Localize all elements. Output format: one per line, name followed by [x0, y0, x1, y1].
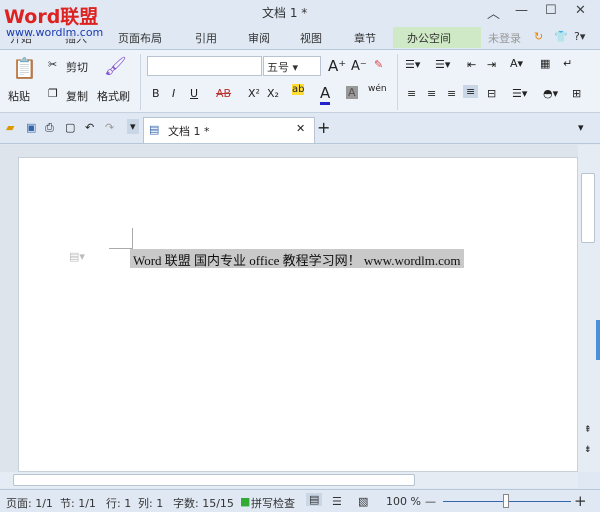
- italic-button[interactable]: I: [172, 87, 175, 100]
- tab-references[interactable]: 引用: [195, 30, 217, 46]
- shading-icon[interactable]: ◓▾: [543, 87, 558, 100]
- spell-check-button[interactable]: 拼写检查: [251, 495, 295, 511]
- vertical-scroll-thumb[interactable]: [581, 173, 595, 243]
- word-count[interactable]: 字数: 15/15: [173, 495, 234, 511]
- side-panel-handle[interactable]: [596, 320, 600, 360]
- border-icon[interactable]: ⊞: [572, 87, 581, 100]
- document-page[interactable]: ▤▾: [18, 157, 578, 472]
- numbering-icon[interactable]: ☰▾: [435, 58, 450, 71]
- login-link[interactable]: 未登录: [488, 30, 521, 46]
- font-color-button[interactable]: A: [320, 84, 331, 105]
- copy-button[interactable]: 复制: [66, 88, 88, 104]
- page-view-icon[interactable]: ▤: [306, 493, 323, 506]
- text-effect-icon[interactable]: A▾: [510, 57, 523, 70]
- print-preview-icon[interactable]: ▢: [65, 121, 75, 134]
- scissors-icon: ✂: [48, 58, 58, 71]
- help-icon[interactable]: ?▾: [574, 30, 585, 43]
- grow-font-icon[interactable]: A⁺: [328, 57, 346, 75]
- align-left-icon[interactable]: ≡: [407, 87, 416, 100]
- prev-page-icon[interactable]: ⇞: [584, 425, 592, 435]
- row-indicator: 行: 1: [106, 497, 132, 510]
- font-name-select[interactable]: [147, 56, 262, 76]
- section-indicator: 节: 1/1: [60, 497, 96, 510]
- tab-menu-icon[interactable]: ▾: [578, 121, 584, 134]
- maximize-button[interactable]: ☐: [545, 3, 557, 18]
- font-size-value: 五号: [267, 61, 289, 74]
- align-right-icon[interactable]: ≡: [447, 87, 456, 100]
- shrink-font-icon[interactable]: A⁻: [351, 59, 367, 74]
- close-button[interactable]: ✕: [575, 3, 586, 18]
- paragraph-icon[interactable]: ▤▾: [69, 250, 85, 263]
- zoom-slider-thumb[interactable]: [503, 494, 509, 508]
- superscript-button[interactable]: X²: [248, 87, 260, 100]
- web-view-icon[interactable]: ▧: [358, 495, 368, 508]
- collapse-ribbon-button[interactable]: ︿: [487, 3, 500, 22]
- tab-review[interactable]: 审阅: [248, 30, 270, 46]
- brush-icon: 🖌: [104, 56, 127, 77]
- paste-button[interactable]: 粘贴: [8, 88, 30, 104]
- zoom-out-button[interactable]: —: [425, 495, 436, 508]
- column-indicator: 列: 1: [138, 497, 164, 510]
- line-spacing-icon[interactable]: ☰▾: [512, 87, 527, 100]
- watermark-url: www.wordlm.com: [4, 26, 106, 39]
- save-icon[interactable]: ▣: [26, 121, 36, 134]
- tab-office-space[interactable]: 办公空间: [407, 30, 451, 46]
- new-tab-button[interactable]: +: [317, 118, 330, 137]
- zoom-in-button[interactable]: +: [574, 492, 587, 510]
- highlight-icon[interactable]: ab: [292, 84, 305, 95]
- outline-view-icon[interactable]: ☰: [332, 495, 342, 508]
- bold-button[interactable]: B: [152, 87, 160, 100]
- clear-format-icon[interactable]: ✎: [374, 58, 383, 71]
- open-icon[interactable]: ▰: [6, 121, 14, 134]
- horizontal-scroll-thumb[interactable]: [13, 474, 415, 486]
- horizontal-scrollbar[interactable]: [0, 472, 578, 488]
- vertical-scrollbar[interactable]: ⇞ ⇟: [578, 145, 600, 472]
- ribbon: 📋 粘贴 ✂ 剪切 ❐ 复制 🖌 格式刷 五号 ▾ A⁺ A⁻ ✎ B I U …: [0, 49, 600, 113]
- increase-indent-icon[interactable]: ⇥: [487, 58, 496, 71]
- strikethrough-button[interactable]: AB: [216, 87, 231, 100]
- paste-icon[interactable]: 📋: [12, 56, 37, 80]
- document-tab-label: 文档 1 *: [168, 125, 210, 138]
- selected-text[interactable]: Word 联盟 国内专业 office 教程学习网！ www.wordlm.co…: [130, 249, 464, 268]
- distribute-icon[interactable]: ⊟: [487, 87, 496, 100]
- subscript-button[interactable]: X₂: [267, 87, 279, 100]
- underline-button[interactable]: U: [190, 87, 198, 100]
- customize-dropdown-icon[interactable]: ▾: [127, 119, 139, 134]
- status-bar: 页面: 1/1 节: 1/1 行: 1 列: 1 字数: 15/15 ■ 拼写检…: [0, 489, 600, 512]
- minimize-button[interactable]: —: [515, 3, 528, 18]
- format-painter-button[interactable]: 格式刷: [97, 88, 130, 104]
- title-bar: Word联盟 文档 1 * ︿ — ☐ ✕: [0, 0, 600, 28]
- justify-icon[interactable]: ≡: [463, 85, 479, 98]
- print-icon[interactable]: ⎙: [45, 121, 54, 135]
- spell-check-icon: ■: [240, 495, 251, 508]
- decrease-indent-icon[interactable]: ⇤: [467, 58, 476, 71]
- zoom-level[interactable]: 100 %: [386, 495, 421, 508]
- copy-icon: ❐: [48, 87, 58, 100]
- pinyin-button[interactable]: wén: [368, 84, 387, 94]
- tab-layout[interactable]: 页面布局: [118, 30, 162, 46]
- redo-icon[interactable]: ↷: [105, 121, 114, 134]
- update-icon[interactable]: ↻: [534, 30, 543, 43]
- tab-view[interactable]: 视图: [300, 30, 322, 46]
- font-size-select[interactable]: 五号 ▾: [263, 56, 321, 76]
- page-indicator: 页面: 1/1: [6, 497, 53, 510]
- undo-icon[interactable]: ↶: [85, 121, 94, 134]
- window-title: 文档 1 *: [262, 6, 308, 20]
- document-tab[interactable]: ▤ 文档 1 * ✕: [143, 117, 315, 143]
- align-center-icon[interactable]: ≡: [427, 87, 436, 100]
- paragraph-mark-icon[interactable]: ↵: [563, 57, 572, 70]
- close-tab-icon[interactable]: ✕: [296, 122, 305, 135]
- watermark-logo: Word联盟: [4, 6, 99, 28]
- tab-section[interactable]: 章节: [354, 30, 376, 46]
- table-icon[interactable]: ▦: [540, 57, 550, 70]
- bullets-icon[interactable]: ☰▾: [405, 58, 420, 71]
- char-shading-button[interactable]: A: [346, 86, 358, 99]
- next-page-icon[interactable]: ⇟: [584, 445, 592, 455]
- skin-icon[interactable]: 👕: [554, 30, 568, 43]
- doc-icon: ▤: [149, 123, 160, 136]
- cut-button[interactable]: 剪切: [66, 59, 88, 75]
